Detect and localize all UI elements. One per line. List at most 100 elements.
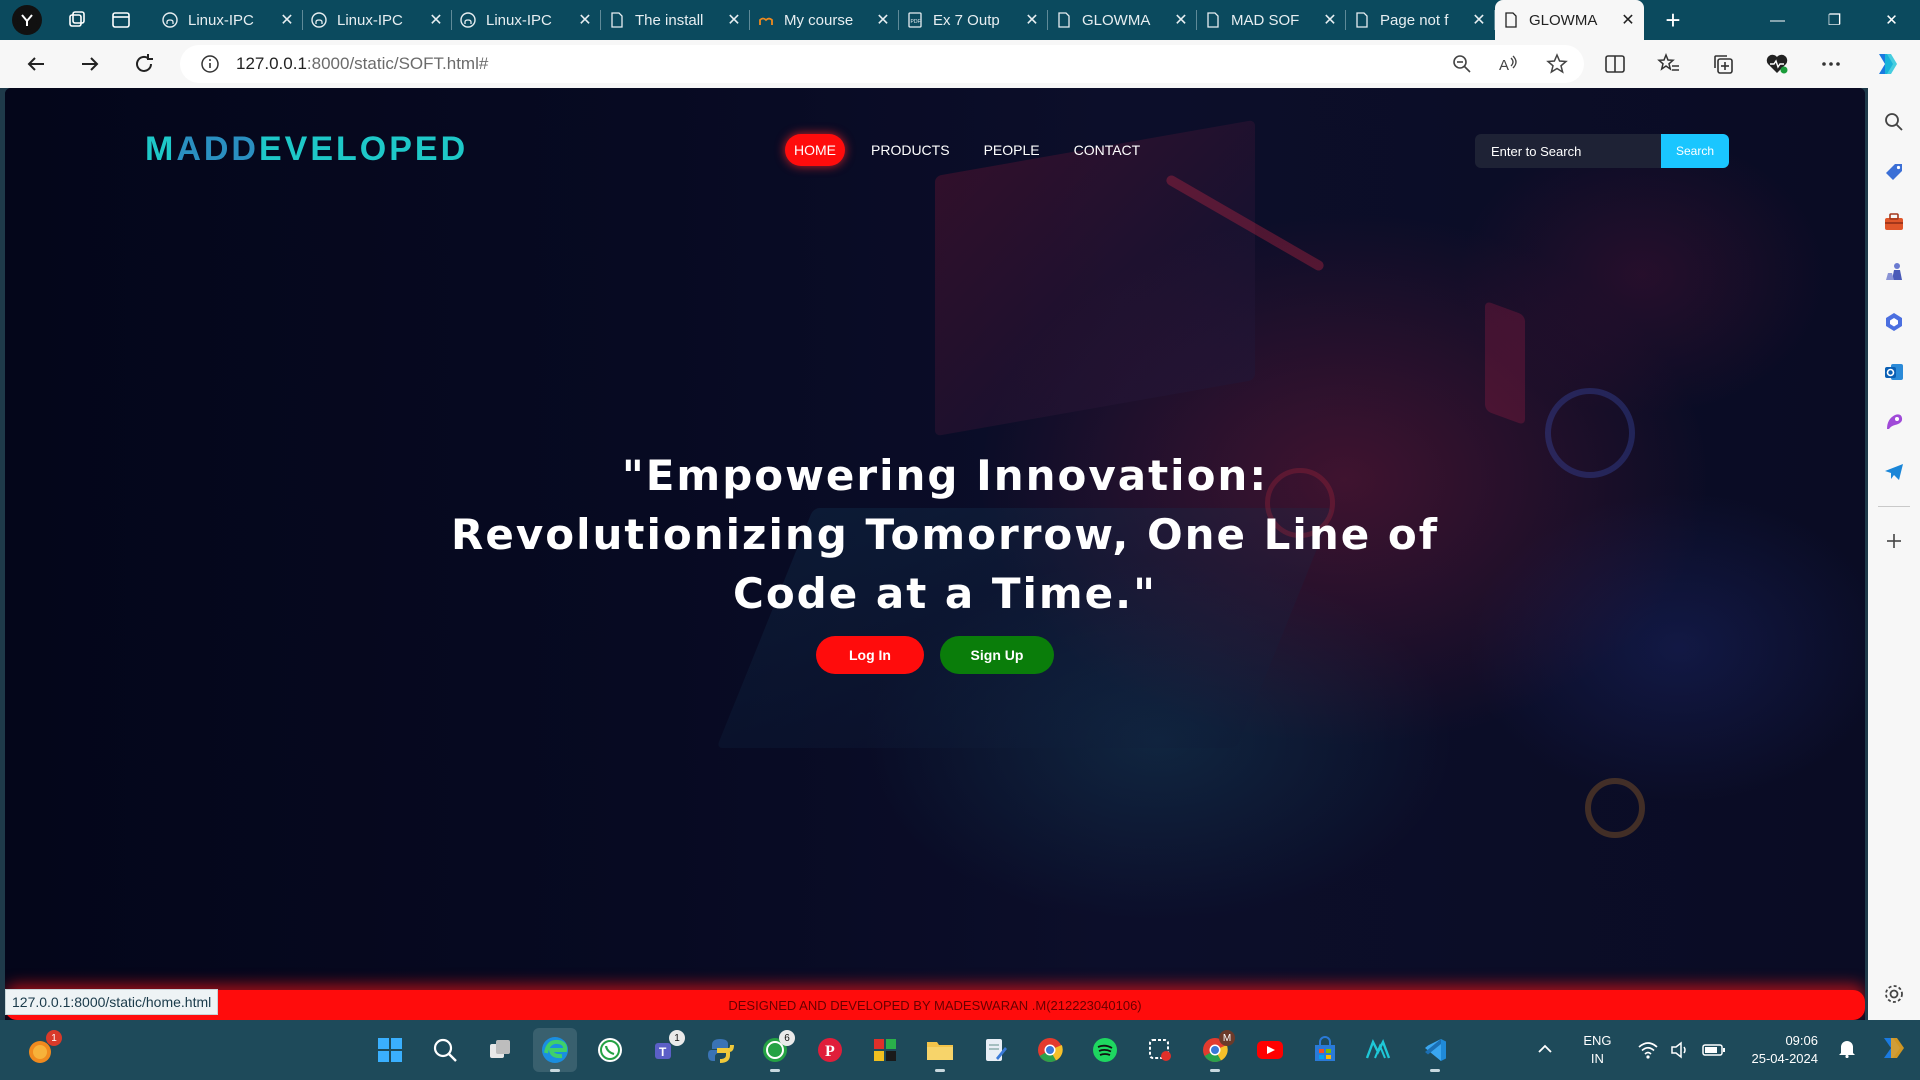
quick-settings[interactable]	[1637, 1041, 1726, 1059]
copilot-button[interactable]	[1870, 49, 1900, 79]
browser-tab[interactable]: Page not f ✕	[1346, 0, 1495, 40]
system-tray: ENG IN 09:06 25-04-2024	[1537, 1020, 1920, 1080]
profile-avatar[interactable]	[12, 5, 42, 35]
active-indicator	[550, 1069, 560, 1072]
browser-essentials-button[interactable]	[1762, 49, 1792, 79]
taskbar-app-mm[interactable]	[1358, 1028, 1402, 1072]
hero-deco-ring	[1585, 778, 1645, 838]
close-tab-icon[interactable]: ✕	[577, 10, 593, 30]
sidebar-search[interactable]	[1878, 106, 1910, 138]
restore-button[interactable]: ❐	[1806, 0, 1863, 40]
taskbar-store[interactable]	[1303, 1028, 1347, 1072]
sidebar-settings[interactable]	[1878, 978, 1910, 1010]
send-icon	[1885, 464, 1903, 480]
close-tab-icon[interactable]: ✕	[1620, 10, 1636, 30]
notifications-button[interactable]	[1838, 1038, 1856, 1063]
close-tab-icon[interactable]: ✕	[726, 10, 742, 30]
back-button[interactable]	[14, 46, 58, 82]
refresh-button[interactable]	[122, 46, 166, 82]
taskbar-pinterest[interactable]: P	[808, 1028, 852, 1072]
split-screen-button[interactable]	[1600, 49, 1630, 79]
browser-tab[interactable]: GLOWMA ✕	[1048, 0, 1197, 40]
close-tab-icon[interactable]: ✕	[428, 10, 444, 30]
forward-button[interactable]	[68, 46, 112, 82]
taskbar-edge[interactable]	[533, 1028, 577, 1072]
browser-tab[interactable]: Linux-IPC ✕	[154, 0, 303, 40]
browser-tab[interactable]: My course ✕	[750, 0, 899, 40]
sidebar-add[interactable]	[1878, 525, 1910, 557]
site-logo[interactable]: MADDEVELOPED	[145, 130, 468, 169]
sidebar-shopping[interactable]	[1878, 156, 1910, 188]
language-indicator[interactable]: ENG IN	[1583, 1032, 1611, 1068]
close-window-button[interactable]: ✕	[1863, 0, 1920, 40]
task-view[interactable]	[478, 1028, 522, 1072]
nav-contact[interactable]: CONTACT	[1066, 134, 1149, 166]
taskbar-file-explorer[interactable]	[918, 1028, 962, 1072]
site-info-icon[interactable]	[200, 54, 220, 74]
taskbar-python[interactable]	[698, 1028, 742, 1072]
folder-icon	[927, 1042, 953, 1060]
taskbar-chrome[interactable]	[1028, 1028, 1072, 1072]
close-tab-icon[interactable]: ✕	[279, 10, 295, 30]
minimize-button[interactable]: —	[1749, 0, 1806, 40]
sidebar-designer[interactable]	[1878, 406, 1910, 438]
search-button[interactable]: Search	[1661, 134, 1729, 168]
copilot-taskbar-button[interactable]	[1876, 1033, 1906, 1068]
settings-more-button[interactable]	[1816, 49, 1846, 79]
read-aloud-icon[interactable]: A	[1498, 54, 1520, 74]
nav-people[interactable]: PEOPLE	[976, 134, 1048, 166]
tray-overflow-button[interactable]	[1537, 1041, 1553, 1059]
favorite-star-icon[interactable]	[1546, 53, 1568, 75]
sidebar-outlook[interactable]	[1878, 356, 1910, 388]
signup-button[interactable]: Sign Up	[940, 636, 1054, 674]
browser-tab[interactable]: Linux-IPC ✕	[452, 0, 601, 40]
browser-tab[interactable]: The install ✕	[601, 0, 750, 40]
browser-tab[interactable]: MAD SOF ✕	[1197, 0, 1346, 40]
new-tab-button[interactable]: +	[1658, 5, 1688, 36]
site-footer: DESIGNED AND DEVELOPED BY MADESWARAN .M(…	[5, 990, 1865, 1020]
close-tab-icon[interactable]: ✕	[875, 10, 891, 30]
workspaces-button[interactable]	[62, 5, 92, 35]
close-tab-icon[interactable]: ✕	[1173, 10, 1189, 30]
taskbar-teams[interactable]: T1	[643, 1028, 687, 1072]
taskbar-snipping-tool[interactable]	[1138, 1028, 1182, 1072]
browser-tab[interactable]: Linux-IPC ✕	[303, 0, 452, 40]
nav-products[interactable]: PRODUCTS	[863, 134, 958, 166]
zoom-icon[interactable]	[1452, 54, 1472, 74]
windows-taskbar: 1 T1 6 P M ENG IN 09:06 25-04-2024	[0, 1020, 1920, 1080]
taskbar-notepad[interactable]	[973, 1028, 1017, 1072]
address-host: 127.0.0.1	[236, 54, 307, 73]
sidebar-microsoft365[interactable]	[1878, 306, 1910, 338]
collections-button[interactable]	[1708, 49, 1738, 79]
weather-widget[interactable]: 1	[26, 1030, 62, 1066]
taskbar-youtube[interactable]	[1248, 1028, 1292, 1072]
teams-badge: 1	[669, 1030, 685, 1046]
nav-home[interactable]: HOME	[785, 134, 845, 166]
tab-actions-button[interactable]	[106, 5, 136, 35]
taskbar-chrome-profile[interactable]: M	[1193, 1028, 1237, 1072]
address-bar[interactable]: 127.0.0.1:8000/static/SOFT.html# A	[180, 45, 1584, 83]
sidebar-telegram[interactable]	[1878, 456, 1910, 488]
taskbar-vscode[interactable]	[1413, 1028, 1457, 1072]
favorites-button[interactable]	[1654, 49, 1684, 79]
system-clock[interactable]: 09:06 25-04-2024	[1752, 1032, 1819, 1068]
taskbar-whatsapp[interactable]	[588, 1028, 632, 1072]
search-input[interactable]	[1475, 134, 1661, 168]
login-button[interactable]: Log In	[816, 636, 924, 674]
browser-tab[interactable]: PDF Ex 7 Outp ✕	[899, 0, 1048, 40]
taskbar-grid-app[interactable]	[863, 1028, 907, 1072]
hero-deco-ring	[1545, 388, 1635, 478]
sidebar-games[interactable]	[1878, 256, 1910, 288]
close-tab-icon[interactable]: ✕	[1471, 10, 1487, 30]
start-button[interactable]	[368, 1028, 412, 1072]
taskbar-whatsapp-business[interactable]: 6	[753, 1028, 797, 1072]
sidebar-tools[interactable]	[1878, 206, 1910, 238]
github-icon	[460, 12, 476, 28]
taskbar-apps: T1 6 P M	[368, 1028, 1457, 1072]
close-tab-icon[interactable]: ✕	[1322, 10, 1338, 30]
browser-tab[interactable]: GLOWMA ✕	[1495, 0, 1644, 40]
split-screen-icon	[1605, 55, 1625, 73]
close-tab-icon[interactable]: ✕	[1024, 10, 1040, 30]
taskbar-search[interactable]	[423, 1028, 467, 1072]
taskbar-spotify[interactable]	[1083, 1028, 1127, 1072]
